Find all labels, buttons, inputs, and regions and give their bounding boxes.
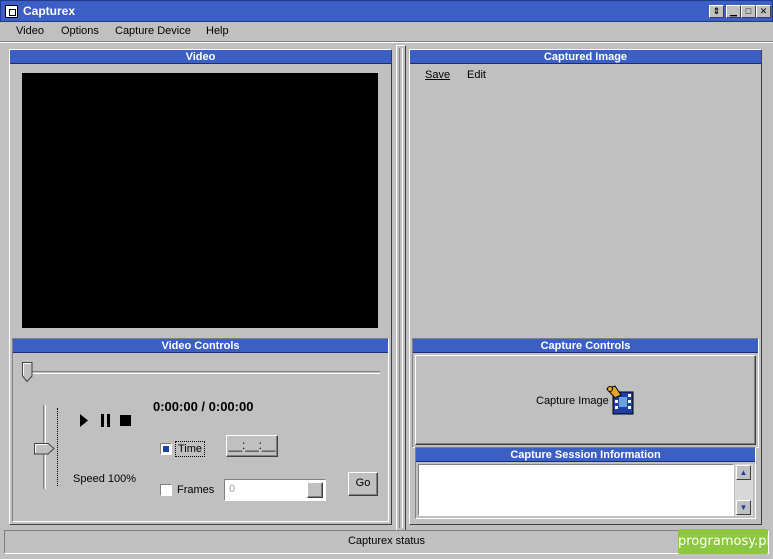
status-text: Capturex status [347,535,426,547]
watermark-logo: programosy.pl [678,529,770,554]
time-label[interactable]: Time [175,441,206,457]
video-panel-header: Video [10,50,391,64]
frames-input[interactable]: 0 [224,479,326,501]
window-title: Capturex [23,4,76,18]
status-bar: Capturex status [4,530,769,554]
captured-image-header: Captured Image [410,50,761,64]
app-icon[interactable] [5,5,18,18]
menu-capture-device[interactable]: Capture Device [115,25,191,37]
video-controls-header: Video Controls [13,339,388,353]
title-bar[interactable]: Capturex ⇕ ▁ □ ✕ [0,0,773,22]
speed-slider-thumb[interactable] [34,443,55,455]
capture-controls-header: Capture Controls [413,339,758,353]
menu-separator [0,41,773,43]
frames-input-value: 0 [229,483,236,495]
frames-spin-button[interactable] [307,482,323,498]
scroll-down-icon[interactable]: ▼ [736,500,751,515]
session-info-textbox[interactable] [418,464,734,516]
session-info-scrollbar[interactable]: ▲ ▼ [735,464,753,516]
capture-image-button[interactable]: Capture Image [415,355,756,445]
play-icon[interactable] [79,414,89,427]
video-preview[interactable] [22,73,378,328]
session-info-header: Capture Session Information [416,448,755,462]
time-checkbox[interactable] [160,443,172,455]
edit-label: Edit [467,69,486,81]
maximize-button[interactable]: □ [741,5,756,18]
go-button[interactable]: Go [348,472,378,496]
position-slider-thumb[interactable] [22,362,33,383]
time-entry-field[interactable]: __:__:__ [226,435,278,457]
stop-icon[interactable] [120,414,132,427]
pause-icon[interactable] [100,414,111,427]
save-label: Save [425,69,451,81]
menu-video[interactable]: Video [16,25,44,37]
frames-checkbox[interactable] [160,484,172,496]
time-display: 0:00:00 / 0:00:00 [153,399,254,414]
save-menu[interactable]: Save [425,69,450,81]
minimize-button[interactable]: ▁ [726,5,741,18]
edit-menu[interactable]: Edit [467,69,486,81]
panel-splitter[interactable] [396,45,406,531]
speed-slider-ticks [57,408,59,486]
menu-help[interactable]: Help [206,25,229,37]
frames-label[interactable]: Frames [177,484,214,496]
capture-image-label: Capture Image [536,395,609,407]
close-button[interactable]: ✕ [756,5,771,18]
restore-arrows-button[interactable]: ⇕ [709,5,724,18]
scroll-up-icon[interactable]: ▲ [736,465,751,480]
menu-options[interactable]: Options [61,25,99,37]
position-slider-track[interactable] [22,371,380,374]
capture-camera-icon [606,385,634,415]
speed-label: Speed 100% [73,473,136,485]
